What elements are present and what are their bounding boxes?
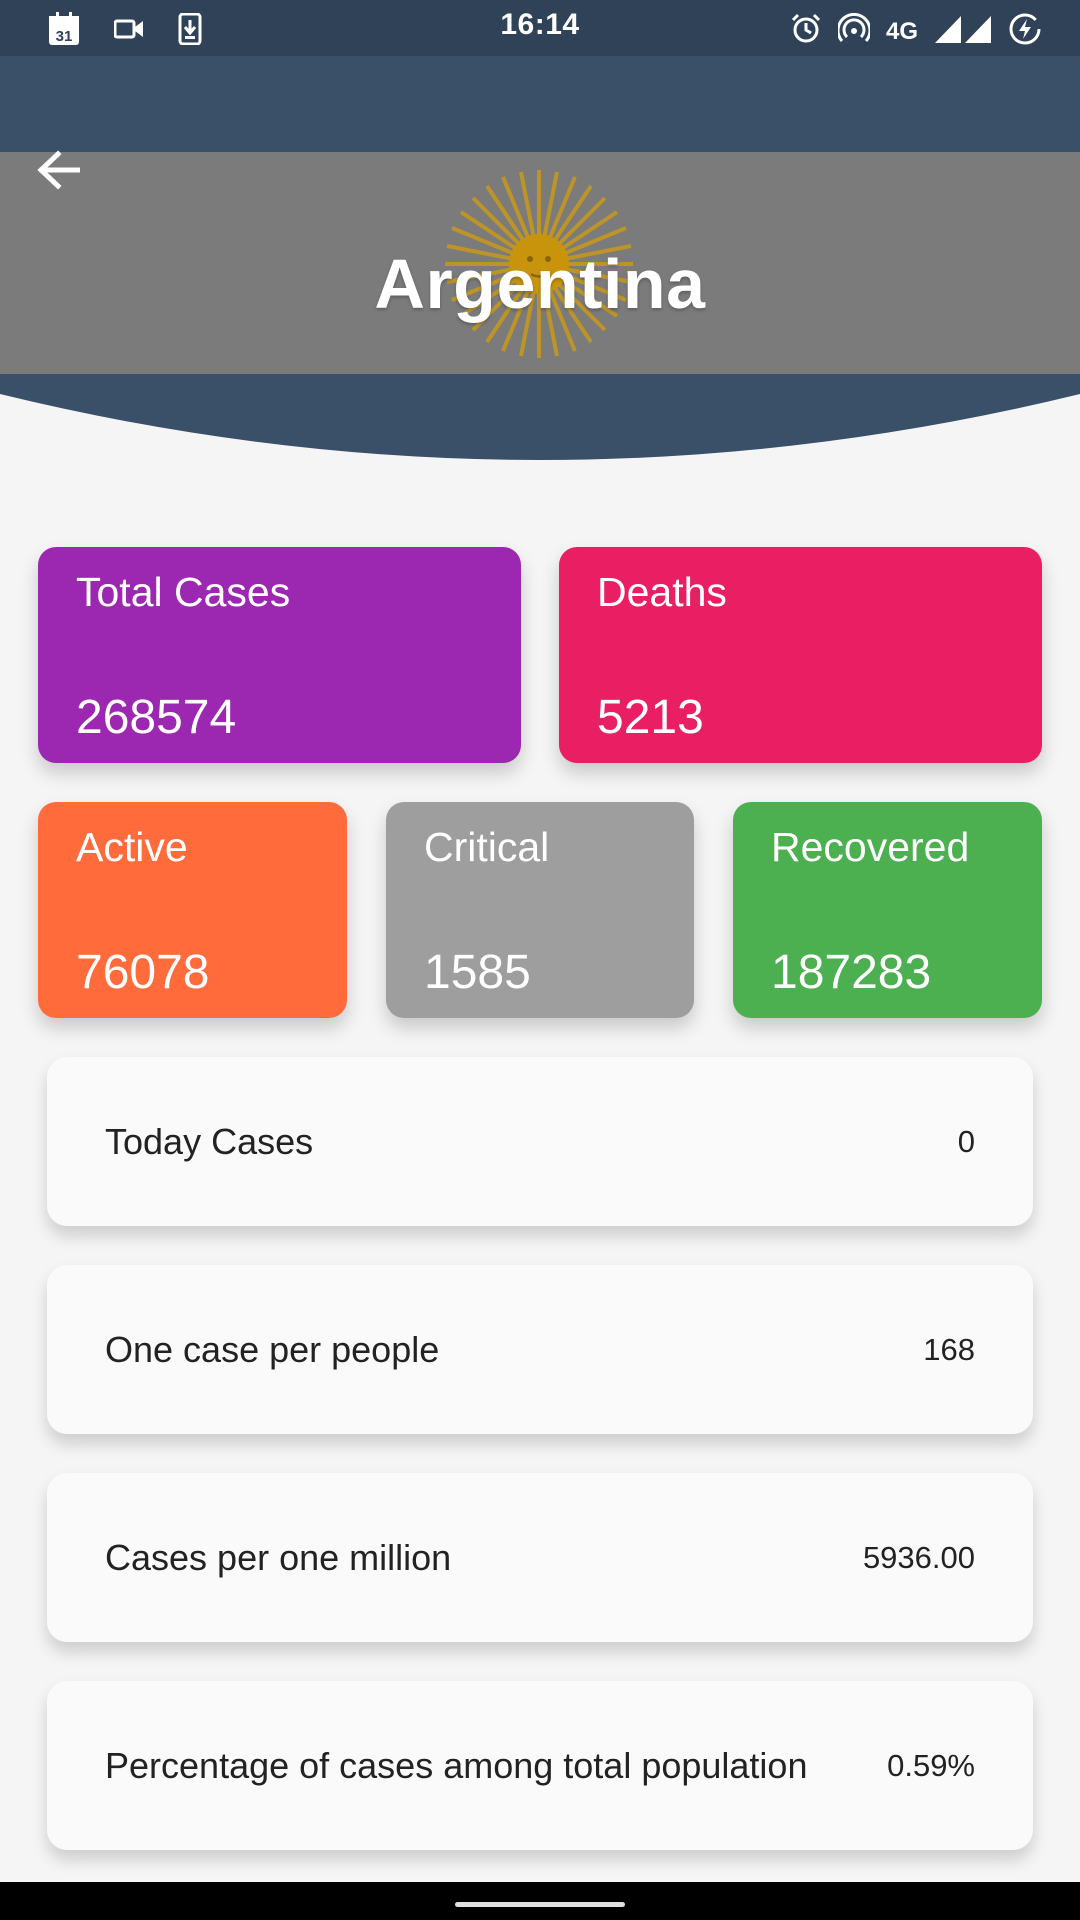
recovered-card: Recovered 187283 <box>733 802 1042 1018</box>
critical-label: Critical <box>424 824 550 870</box>
deaths-label: Deaths <box>597 569 727 615</box>
battery-saver-icon <box>1008 12 1042 51</box>
deaths-card: Deaths 5213 <box>559 547 1042 763</box>
detail-label: Percentage of cases among total populati… <box>105 1745 808 1786</box>
total-cases-value: 268574 <box>76 691 237 744</box>
detail-value: 5936.00 <box>862 1540 975 1575</box>
detail-value: 0 <box>957 1124 975 1159</box>
critical-value: 1585 <box>424 946 531 999</box>
total-cases-label: Total Cases <box>76 569 291 615</box>
back-button[interactable] <box>36 150 96 210</box>
critical-card: Critical 1585 <box>386 802 694 1018</box>
percentage-population-row: Percentage of cases among total populati… <box>47 1681 1033 1850</box>
active-label: Active <box>76 824 188 870</box>
signal-icon <box>934 14 992 49</box>
detail-label: Cases per one million <box>105 1537 452 1578</box>
hotspot-icon <box>836 12 872 50</box>
active-card: Active 76078 <box>38 802 347 1018</box>
alarm-icon <box>790 13 822 50</box>
arrow-back-icon <box>37 150 80 190</box>
one-case-per-people-row: One case per people 168 <box>47 1265 1033 1434</box>
deaths-value: 5213 <box>597 691 704 744</box>
detail-value: 0.59% <box>887 1748 975 1783</box>
detail-value: 168 <box>923 1332 975 1367</box>
today-cases-row: Today Cases 0 <box>47 1057 1033 1226</box>
active-value: 76078 <box>76 946 210 999</box>
detail-label: One case per people <box>105 1329 440 1370</box>
total-cases-card: Total Cases 268574 <box>38 547 521 763</box>
cases-per-million-row: Cases per one million 5936.00 <box>47 1473 1033 1642</box>
status-bar: 31 16:14 4G <box>0 0 1080 56</box>
navigation-bar <box>0 1882 1080 1920</box>
recovered-value: 187283 <box>771 946 932 999</box>
network-type: 4G <box>885 17 918 45</box>
country-header: Argentina <box>0 56 1080 466</box>
home-gesture-handle[interactable] <box>455 1902 625 1907</box>
country-title: Argentina <box>374 245 706 323</box>
status-bar-right: 4G <box>790 12 1042 51</box>
recovered-label: Recovered <box>771 824 970 870</box>
detail-label: Today Cases <box>105 1121 314 1162</box>
country-detail-screen: 31 16:14 4G Argentina Total Cases 268574… <box>0 0 1080 1920</box>
